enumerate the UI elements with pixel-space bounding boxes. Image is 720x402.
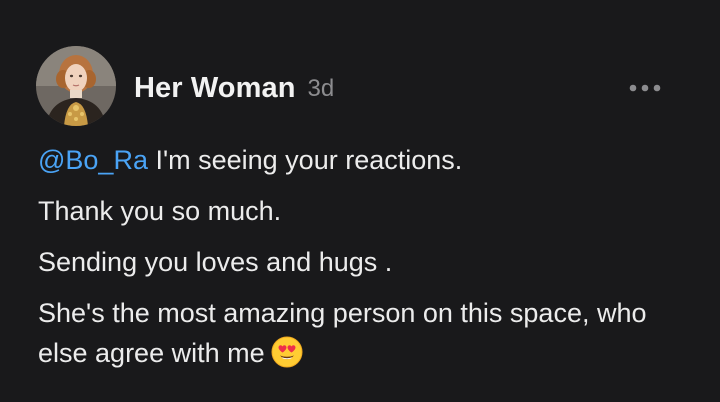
post-body: @Bo_Ra I'm seeing your reactions. Thank … — [38, 140, 678, 384]
author-avatar[interactable] — [36, 46, 116, 126]
ellipsis-icon — [629, 84, 661, 92]
portrait-image — [36, 46, 116, 126]
post-line-3: Sending you loves and hugs . — [38, 247, 393, 277]
post-line-2: Thank you so much. — [38, 196, 282, 226]
heart-eyes-emoji-icon — [271, 336, 303, 368]
post-timestamp[interactable]: 3d — [308, 73, 335, 103]
author-name[interactable]: Her Woman — [134, 72, 296, 105]
more-options-button[interactable] — [624, 76, 666, 100]
thread-post: Her Woman 3d @Bo_Ra I'm seeing your reac… — [0, 0, 720, 402]
author-row: Her Woman 3d — [134, 68, 334, 108]
user-mention-link[interactable]: @Bo_Ra — [38, 145, 148, 175]
post-line-4: She's the most amazing person on this sp… — [38, 293, 678, 373]
post-line-4-text: She's the most amazing person on this sp… — [38, 298, 647, 368]
post-line-1: @Bo_Ra I'm seeing your reactions. — [38, 140, 678, 180]
post-line-1-text: I'm seeing your reactions. — [147, 145, 463, 175]
